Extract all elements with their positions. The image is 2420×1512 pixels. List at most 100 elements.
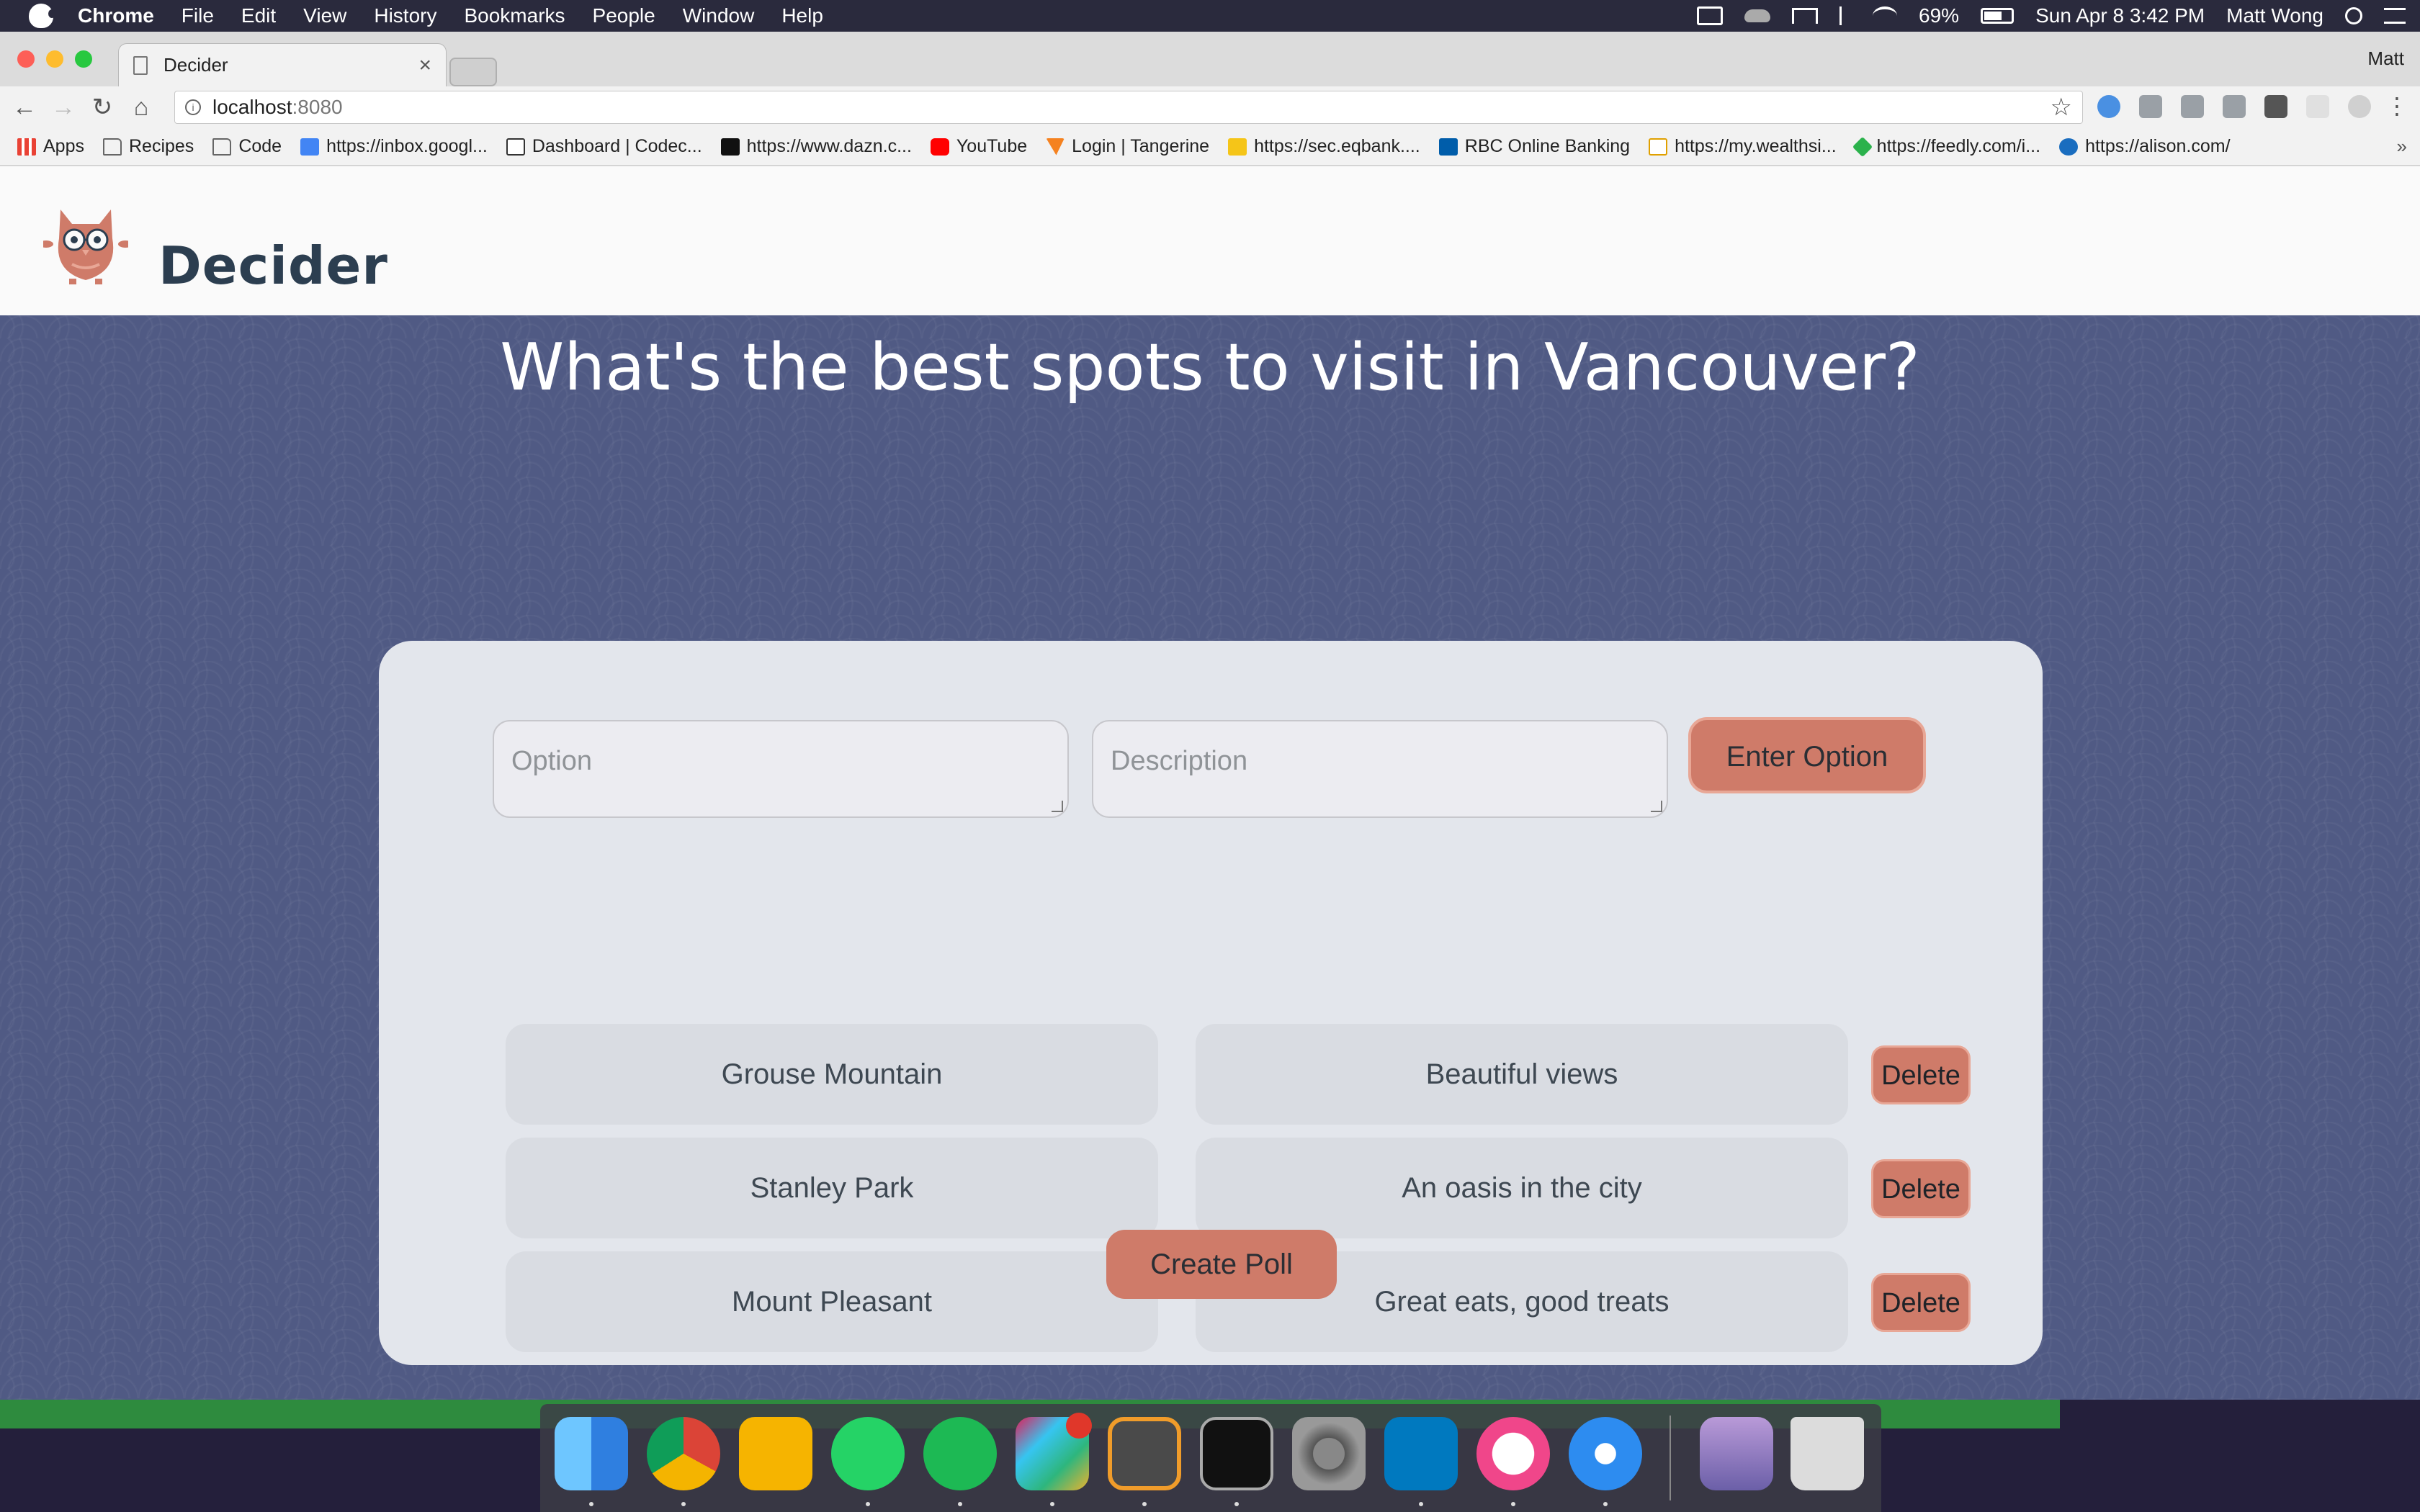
chrome-menu-icon[interactable]: ⋮ — [2385, 92, 2408, 120]
fullscreen-window-button[interactable] — [75, 50, 92, 68]
system-preferences-icon[interactable] — [1292, 1417, 1366, 1490]
delete-button[interactable]: Delete — [1871, 1045, 1971, 1104]
bookmark-tangerine[interactable]: Login | Tangerine — [1046, 136, 1209, 157]
description-input[interactable]: Description — [1092, 720, 1668, 818]
enter-option-button[interactable]: Enter Option — [1688, 717, 1926, 793]
menu-bookmarks[interactable]: Bookmarks — [464, 4, 565, 27]
folder-icon — [212, 138, 232, 156]
bookmark-code[interactable]: Code — [212, 136, 282, 157]
pocket-icon[interactable] — [2264, 95, 2287, 118]
bookmark-feedly[interactable]: https://feedly.com/i... — [1852, 136, 2040, 157]
spotlight-search-icon[interactable] — [2345, 7, 2362, 24]
menu-window[interactable]: Window — [683, 4, 755, 27]
feedly-icon — [1852, 136, 1873, 157]
eqbank-icon — [1228, 138, 1247, 156]
minimize-window-button[interactable] — [46, 50, 63, 68]
rbc-icon — [1438, 138, 1458, 156]
clock[interactable]: Sun Apr 8 3:42 PM — [2035, 4, 2205, 27]
owl-logo-icon[interactable] — [43, 202, 128, 286]
keep-icon[interactable] — [739, 1417, 812, 1490]
tangerine-icon — [1046, 138, 1065, 156]
dock-separator — [1670, 1416, 1671, 1500]
menu-bar: Chrome File Edit View History Bookmarks … — [0, 0, 2420, 32]
photos-stack-icon[interactable] — [1700, 1417, 1773, 1490]
dock — [540, 1404, 1881, 1512]
bookmark-codecademy[interactable]: Dashboard | Codec... — [506, 136, 702, 157]
bookmark-rbc[interactable]: RBC Online Banking — [1438, 136, 1630, 157]
menu-app-chrome[interactable]: Chrome — [78, 4, 154, 27]
more-bookmarks-icon[interactable]: » — [2397, 135, 2407, 158]
running-indicator — [1511, 1502, 1515, 1506]
display-icon[interactable] — [1697, 6, 1724, 25]
new-tab-button[interactable] — [449, 58, 497, 86]
itunes-icon[interactable] — [1476, 1417, 1550, 1490]
bookmark-apps[interactable]: Apps — [17, 136, 84, 157]
options-card: Option Description Enter Option Grouse M… — [379, 641, 2043, 1365]
profile-button[interactable]: Matt — [2367, 48, 2404, 70]
running-indicator — [866, 1502, 870, 1506]
youtube-icon — [930, 138, 949, 156]
sublime-text-icon[interactable] — [1108, 1417, 1181, 1490]
browser-window: Decider × Matt ← → ↻ ⌂ i localhost :8080… — [0, 32, 2420, 1400]
notification-center-icon[interactable] — [2384, 8, 2406, 24]
menu-history[interactable]: History — [374, 4, 436, 27]
bookmark-inbox[interactable]: https://inbox.googl... — [300, 136, 488, 157]
menu-file[interactable]: File — [182, 4, 214, 27]
close-window-button[interactable] — [17, 50, 35, 68]
user-name[interactable]: Matt Wong — [2226, 4, 2323, 27]
option-name: Stanley Park — [506, 1138, 1158, 1238]
running-indicator — [1142, 1502, 1147, 1506]
menu-help[interactable]: Help — [781, 4, 823, 27]
safari-icon[interactable] — [1569, 1417, 1642, 1490]
home-icon[interactable]: ⌂ — [127, 93, 156, 122]
option-input[interactable]: Option — [493, 720, 1069, 818]
running-indicator — [681, 1502, 686, 1506]
folder-icon — [102, 138, 122, 156]
bookmark-dazn[interactable]: https://www.dazn.c... — [720, 136, 912, 157]
create-poll-button[interactable]: Create Poll — [1106, 1230, 1337, 1299]
site-info-icon[interactable]: i — [185, 99, 201, 115]
poll-question: What's the best spots to visit in Vancou… — [500, 330, 1920, 405]
spotify-icon[interactable] — [923, 1417, 997, 1490]
dazn-icon — [720, 138, 740, 156]
extension-icon[interactable] — [2097, 95, 2120, 118]
airplay-icon[interactable] — [1792, 8, 1819, 24]
back-arrow-icon[interactable]: ← — [10, 93, 39, 122]
battery-icon[interactable] — [1981, 8, 2015, 24]
menu-view[interactable]: View — [303, 4, 346, 27]
trash-icon[interactable] — [1791, 1417, 1864, 1490]
page-viewport: Decider What's the best spots to visit i… — [0, 166, 2420, 1400]
trello-icon[interactable] — [1384, 1417, 1458, 1490]
brand-title[interactable]: Decider — [158, 235, 388, 296]
address-bar[interactable]: i localhost :8080 ☆ — [174, 91, 2083, 124]
bookmark-recipes[interactable]: Recipes — [102, 136, 194, 157]
bluetooth-icon[interactable] — [1839, 6, 1851, 25]
wifi-icon[interactable] — [1873, 6, 1898, 25]
extension-icon[interactable] — [2223, 95, 2246, 118]
forward-arrow-icon[interactable]: → — [49, 93, 78, 122]
bookmark-youtube[interactable]: YouTube — [930, 136, 1027, 157]
delete-button[interactable]: Delete — [1871, 1273, 1971, 1332]
delete-button[interactable]: Delete — [1871, 1159, 1971, 1218]
terminal-icon[interactable] — [1200, 1417, 1273, 1490]
menu-edit[interactable]: Edit — [241, 4, 276, 27]
reload-icon[interactable]: ↻ — [88, 93, 117, 122]
extension-icon[interactable] — [2348, 95, 2371, 118]
tab-close-icon[interactable]: × — [418, 53, 431, 78]
apple-icon[interactable] — [29, 4, 55, 28]
wealthsimple-icon — [1649, 138, 1668, 156]
bookmark-alison[interactable]: https://alison.com/ — [2059, 136, 2231, 157]
whatsapp-icon[interactable] — [831, 1417, 905, 1490]
extension-icon[interactable] — [2181, 95, 2204, 118]
option-name: Mount Pleasant — [506, 1251, 1158, 1352]
extension-icon[interactable] — [2139, 95, 2162, 118]
finder-icon[interactable] — [555, 1417, 628, 1490]
cloud-icon[interactable] — [1744, 9, 1771, 22]
chrome-icon[interactable] — [647, 1417, 720, 1490]
bookmark-star-icon[interactable]: ☆ — [2051, 93, 2072, 122]
extension-icon[interactable] — [2306, 95, 2329, 118]
bookmark-eqbank[interactable]: https://sec.eqbank.... — [1228, 136, 1420, 157]
tab-decider[interactable]: Decider × — [118, 43, 447, 86]
menu-people[interactable]: People — [593, 4, 655, 27]
bookmark-wealthsimple[interactable]: https://my.wealthsi... — [1649, 136, 1837, 157]
